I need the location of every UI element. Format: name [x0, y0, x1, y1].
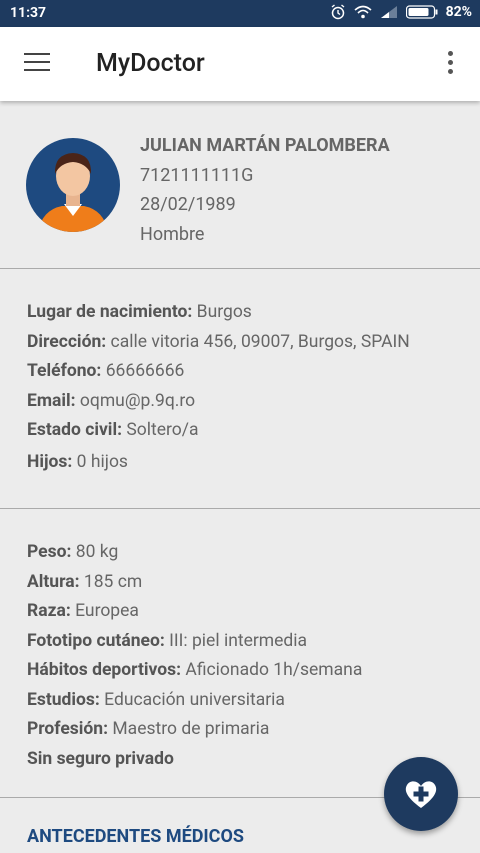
weight-row: Peso: 80 kg — [27, 542, 119, 562]
patient-birthdate: 28/02/1989 — [140, 194, 236, 215]
divider — [0, 268, 480, 269]
sports-row: Hábitos deportivos: Aficionado 1h/semana — [27, 660, 363, 680]
signal-icon — [380, 6, 397, 18]
personal-info-section: Lugar de nacimiento: Burgos Dirección: c… — [27, 298, 410, 477]
medical-history-header[interactable]: ANTECEDENTES MÉDICOS — [27, 826, 244, 847]
app-bar: MyDoctor — [0, 27, 480, 101]
phone-row: Teléfono: 66666666 — [27, 361, 185, 381]
status-time: 11:37 — [10, 5, 47, 21]
app-title: MyDoctor — [96, 49, 205, 78]
person-avatar-icon — [38, 153, 108, 232]
profile-header: JULIAN MARTÁN PALOMBERA 7121111111G 28/0… — [0, 101, 480, 267]
height-row: Altura: 185 cm — [27, 571, 143, 592]
health-info-section: Peso: 80 kg Altura: 185 cm Raza: Europea… — [27, 538, 362, 774]
birthplace-row: Lugar de nacimiento: Burgos — [27, 302, 252, 322]
email-row: Email: oqmu@p.9q.ro — [27, 390, 196, 411]
address-row: Dirección: calle vitoria 456, 09007, Bur… — [27, 331, 410, 352]
divider — [0, 508, 480, 509]
insurance-row: Sin seguro privado — [27, 748, 174, 769]
patient-name: JULIAN MARTÁN PALOMBERA — [140, 135, 390, 156]
race-row: Raza: Europea — [27, 601, 139, 621]
studies-row: Estudios: Educación universitaria — [27, 689, 285, 710]
battery-icon — [405, 5, 438, 19]
status-bar: 11:37 82% — [0, 0, 480, 27]
phototype-row: Fototipo cutáneo: III: piel intermedia — [27, 630, 308, 651]
civil-status-row: Estado civil: Soltero/a — [27, 420, 199, 440]
patient-id: 7121111111G — [140, 164, 254, 186]
battery-percent: 82% — [445, 4, 472, 20]
patient-gender: Hombre — [140, 223, 205, 245]
avatar — [26, 138, 120, 232]
wifi-icon — [354, 5, 372, 19]
hamburger-menu-icon[interactable] — [24, 53, 50, 73]
alarm-icon — [331, 4, 345, 20]
add-health-fab[interactable] — [384, 757, 458, 831]
children-row: Hijos: 0 hijos — [27, 451, 128, 472]
more-vert-icon[interactable] — [440, 51, 460, 77]
heart-plus-icon — [405, 781, 437, 808]
status-icons: 82% — [330, 4, 472, 20]
profession-row: Profesión: Maestro de primaria — [27, 719, 270, 739]
profile-info: JULIAN MARTÁN PALOMBERA 7121111111G 28/0… — [140, 131, 390, 249]
